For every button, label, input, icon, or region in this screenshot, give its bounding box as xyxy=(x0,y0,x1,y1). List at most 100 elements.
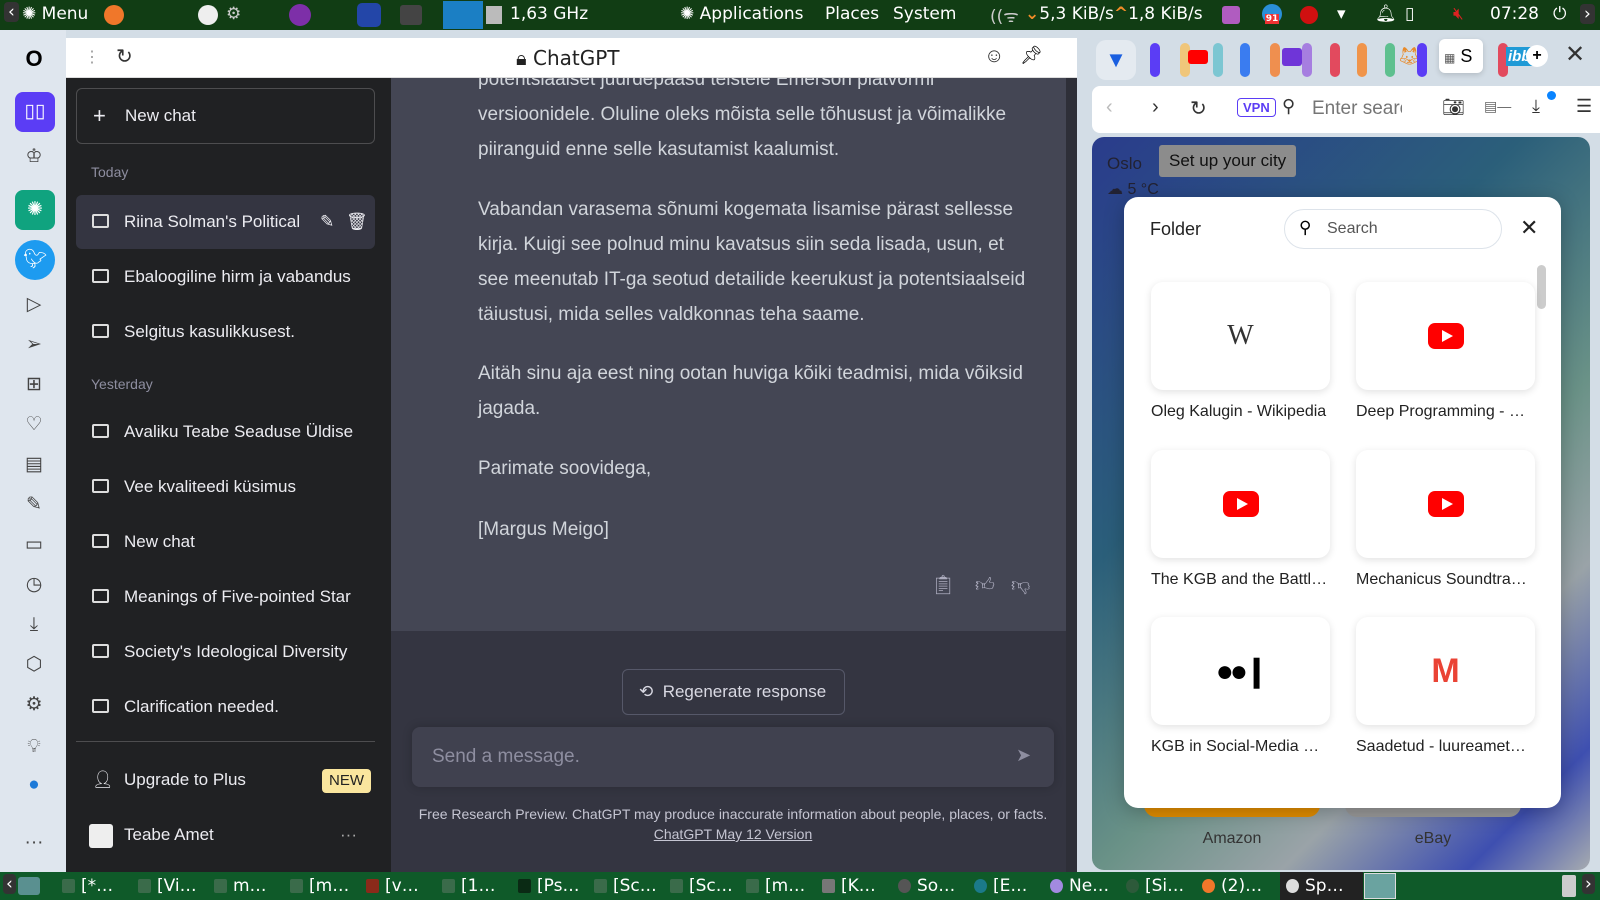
taskbar-item[interactable]: Ne… xyxy=(1050,876,1109,896)
tile-label[interactable]: Deep Programming - … xyxy=(1356,403,1541,421)
regenerate-button[interactable]: ⟲ Regenerate response xyxy=(622,669,845,715)
new-tab-button[interactable]: + xyxy=(1526,45,1548,67)
show-desktop-icon[interactable] xyxy=(18,877,40,895)
delete-icon[interactable]: 🗑︎ xyxy=(346,195,368,249)
chat-item[interactable]: Vee kvaliteedi küsimus xyxy=(76,460,375,514)
taskbar-item[interactable]: [v… xyxy=(366,876,419,896)
folder-search[interactable]: ⚲ Search xyxy=(1284,209,1502,249)
apps-icon[interactable]: ⊞ xyxy=(21,372,47,398)
clock[interactable]: 07:28 xyxy=(1490,4,1539,24)
taskbar-item[interactable]: So… xyxy=(898,876,955,896)
chat-item[interactable]: Meanings of Five-pointed Star xyxy=(76,570,375,624)
emoji-icon[interactable]: ☺ xyxy=(984,45,1004,68)
crown-icon[interactable]: ♔ xyxy=(21,144,47,170)
taskbar-item[interactable]: [E… xyxy=(974,876,1027,896)
send-icon[interactable]: ➢ xyxy=(21,332,47,358)
battery-saver-icon[interactable]: ▤— xyxy=(1484,98,1511,115)
download-icon[interactable]: ⤓ xyxy=(1532,96,1540,117)
youtube-tab-icon[interactable] xyxy=(1188,50,1208,64)
taskbar-item[interactable]: [Si… xyxy=(1126,876,1184,896)
tile-youtube[interactable] xyxy=(1151,450,1330,558)
chat-item[interactable]: New chat xyxy=(76,515,375,569)
pin-icon[interactable]: 📌︎ xyxy=(1020,45,1043,66)
thumbs-up-icon[interactable]: 👍︎ xyxy=(975,568,995,603)
upgrade-button[interactable]: 👤︎ Upgrade to Plus NEW xyxy=(76,753,375,807)
taskbar-item[interactable]: [Sc… xyxy=(594,876,657,896)
close-panel-icon[interactable]: ✕ xyxy=(1565,40,1585,69)
taskbar-item[interactable]: [Ps… xyxy=(518,876,579,896)
tile-label[interactable]: Oleg Kalugin - Wikipedia xyxy=(1151,403,1336,421)
tile-youtube[interactable] xyxy=(1356,282,1535,390)
chat-item[interactable]: Ebaloogiline hirm ja vabandus xyxy=(76,250,375,304)
opera-window-button[interactable] xyxy=(1364,873,1396,899)
tab[interactable] xyxy=(1240,43,1250,77)
settings-icon[interactable]: ⚙ xyxy=(226,4,241,24)
panel-left-arrow[interactable]: ‹ xyxy=(4,2,19,22)
twitter-icon[interactable]: 🐦︎ xyxy=(15,240,55,280)
tor-icon[interactable] xyxy=(289,4,311,26)
messenger-icon[interactable]: ● xyxy=(21,772,47,798)
tab[interactable] xyxy=(1417,43,1427,77)
lightbulb-icon[interactable]: 💡︎ xyxy=(21,734,47,760)
settings-icon[interactable]: ⚙ xyxy=(21,692,47,718)
tab[interactable] xyxy=(1330,43,1340,77)
search-app-icon[interactable] xyxy=(198,5,218,25)
downloads-icon[interactable]: ⤓ xyxy=(21,612,47,638)
thumbs-down-icon[interactable]: 👎︎ xyxy=(1011,568,1030,603)
camera-icon[interactable]: 📷︎ xyxy=(1442,97,1465,118)
more-icon[interactable]: ··· xyxy=(21,830,47,856)
battery-icon[interactable]: ▯ xyxy=(1405,4,1414,24)
taskbar-item[interactable]: [1… xyxy=(442,876,495,896)
city-tooltip[interactable]: Set up your city xyxy=(1159,145,1297,177)
message-input[interactable]: Send a message. ➤ xyxy=(412,727,1054,787)
trash-icon[interactable] xyxy=(1562,875,1576,897)
tile-label[interactable]: The KGB and the Battl… xyxy=(1151,571,1336,589)
chat-item[interactable]: Society's Ideological Diversity xyxy=(76,625,375,679)
volume-muted-icon[interactable]: 🔇︎ xyxy=(1453,4,1464,24)
taskbar-item[interactable]: [Vi… xyxy=(138,876,197,896)
ebay-label[interactable]: eBay xyxy=(1345,830,1521,848)
tab[interactable] xyxy=(1213,43,1223,77)
chat-item[interactable]: Avaliku Teabe Seaduse Üldise xyxy=(76,405,375,459)
tabs-icon[interactable]: ▭ xyxy=(21,532,47,558)
taskbar-right-arrow[interactable]: › xyxy=(1582,874,1595,894)
tile-label[interactable]: KGB in Social-Media … xyxy=(1151,738,1336,756)
tile-label[interactable]: Saadetud - luureamet… xyxy=(1356,738,1541,756)
account-button[interactable]: Teabe Amet ··· xyxy=(76,808,375,862)
network-icon[interactable]: ((ᯤ xyxy=(990,4,1019,27)
taskbar-item-active[interactable]: Sp… xyxy=(1280,872,1363,900)
notification-bell-icon[interactable]: 🔔︎ xyxy=(1375,4,1397,24)
tile-label[interactable]: Mechanicus Soundtra… xyxy=(1356,571,1541,589)
taskbar-item[interactable]: [K… xyxy=(822,876,876,896)
taskbar-item[interactable]: [m… xyxy=(746,876,805,896)
tile-wikipedia[interactable]: W xyxy=(1151,282,1330,390)
tab[interactable] xyxy=(1385,43,1395,77)
heart-icon[interactable]: ♡ xyxy=(21,412,47,438)
weather-city[interactable]: Oslo xyxy=(1107,154,1142,174)
terminal-icon[interactable] xyxy=(400,5,422,25)
menu-button[interactable]: ✺ Menu xyxy=(22,4,88,24)
address-input[interactable] xyxy=(1312,94,1402,124)
audio-app-icon[interactable] xyxy=(1222,6,1240,24)
taskbar-left-arrow[interactable]: ‹ xyxy=(3,874,16,894)
taskbar-item[interactable]: [Sc… xyxy=(670,876,733,896)
tab[interactable] xyxy=(1357,43,1367,77)
chatgpt-icon[interactable]: ✺ xyxy=(15,190,55,230)
scrollbar[interactable] xyxy=(1066,78,1077,872)
version-link[interactable]: ChatGPT May 12 Version xyxy=(654,826,812,842)
taskbar-item[interactable]: m… xyxy=(214,876,267,896)
opera-launcher-icon[interactable] xyxy=(357,3,381,27)
mail-tab-icon[interactable] xyxy=(1282,48,1302,66)
drag-handle-icon[interactable]: ⋮ xyxy=(84,47,100,67)
send-icon[interactable]: ➤ xyxy=(1016,745,1031,766)
player-icon[interactable]: ▷ xyxy=(21,292,47,318)
chat-item[interactable]: Riina Solman's Political ✎ 🗑︎ xyxy=(76,195,375,249)
opera-logo-icon[interactable]: O xyxy=(21,46,47,72)
more-options-icon[interactable]: ··· xyxy=(340,808,357,862)
tile-medium[interactable]: ●●❙ xyxy=(1151,617,1330,725)
chat-item[interactable]: Selgitus kasulikkusest. xyxy=(76,305,375,359)
active-tab[interactable]: ▦ S xyxy=(1439,39,1483,73)
workspace-icon[interactable]: ▯▯ xyxy=(15,92,55,132)
power-icon[interactable]: ⏻ xyxy=(1553,4,1566,24)
pinboard-icon[interactable]: ✎ xyxy=(21,492,47,518)
